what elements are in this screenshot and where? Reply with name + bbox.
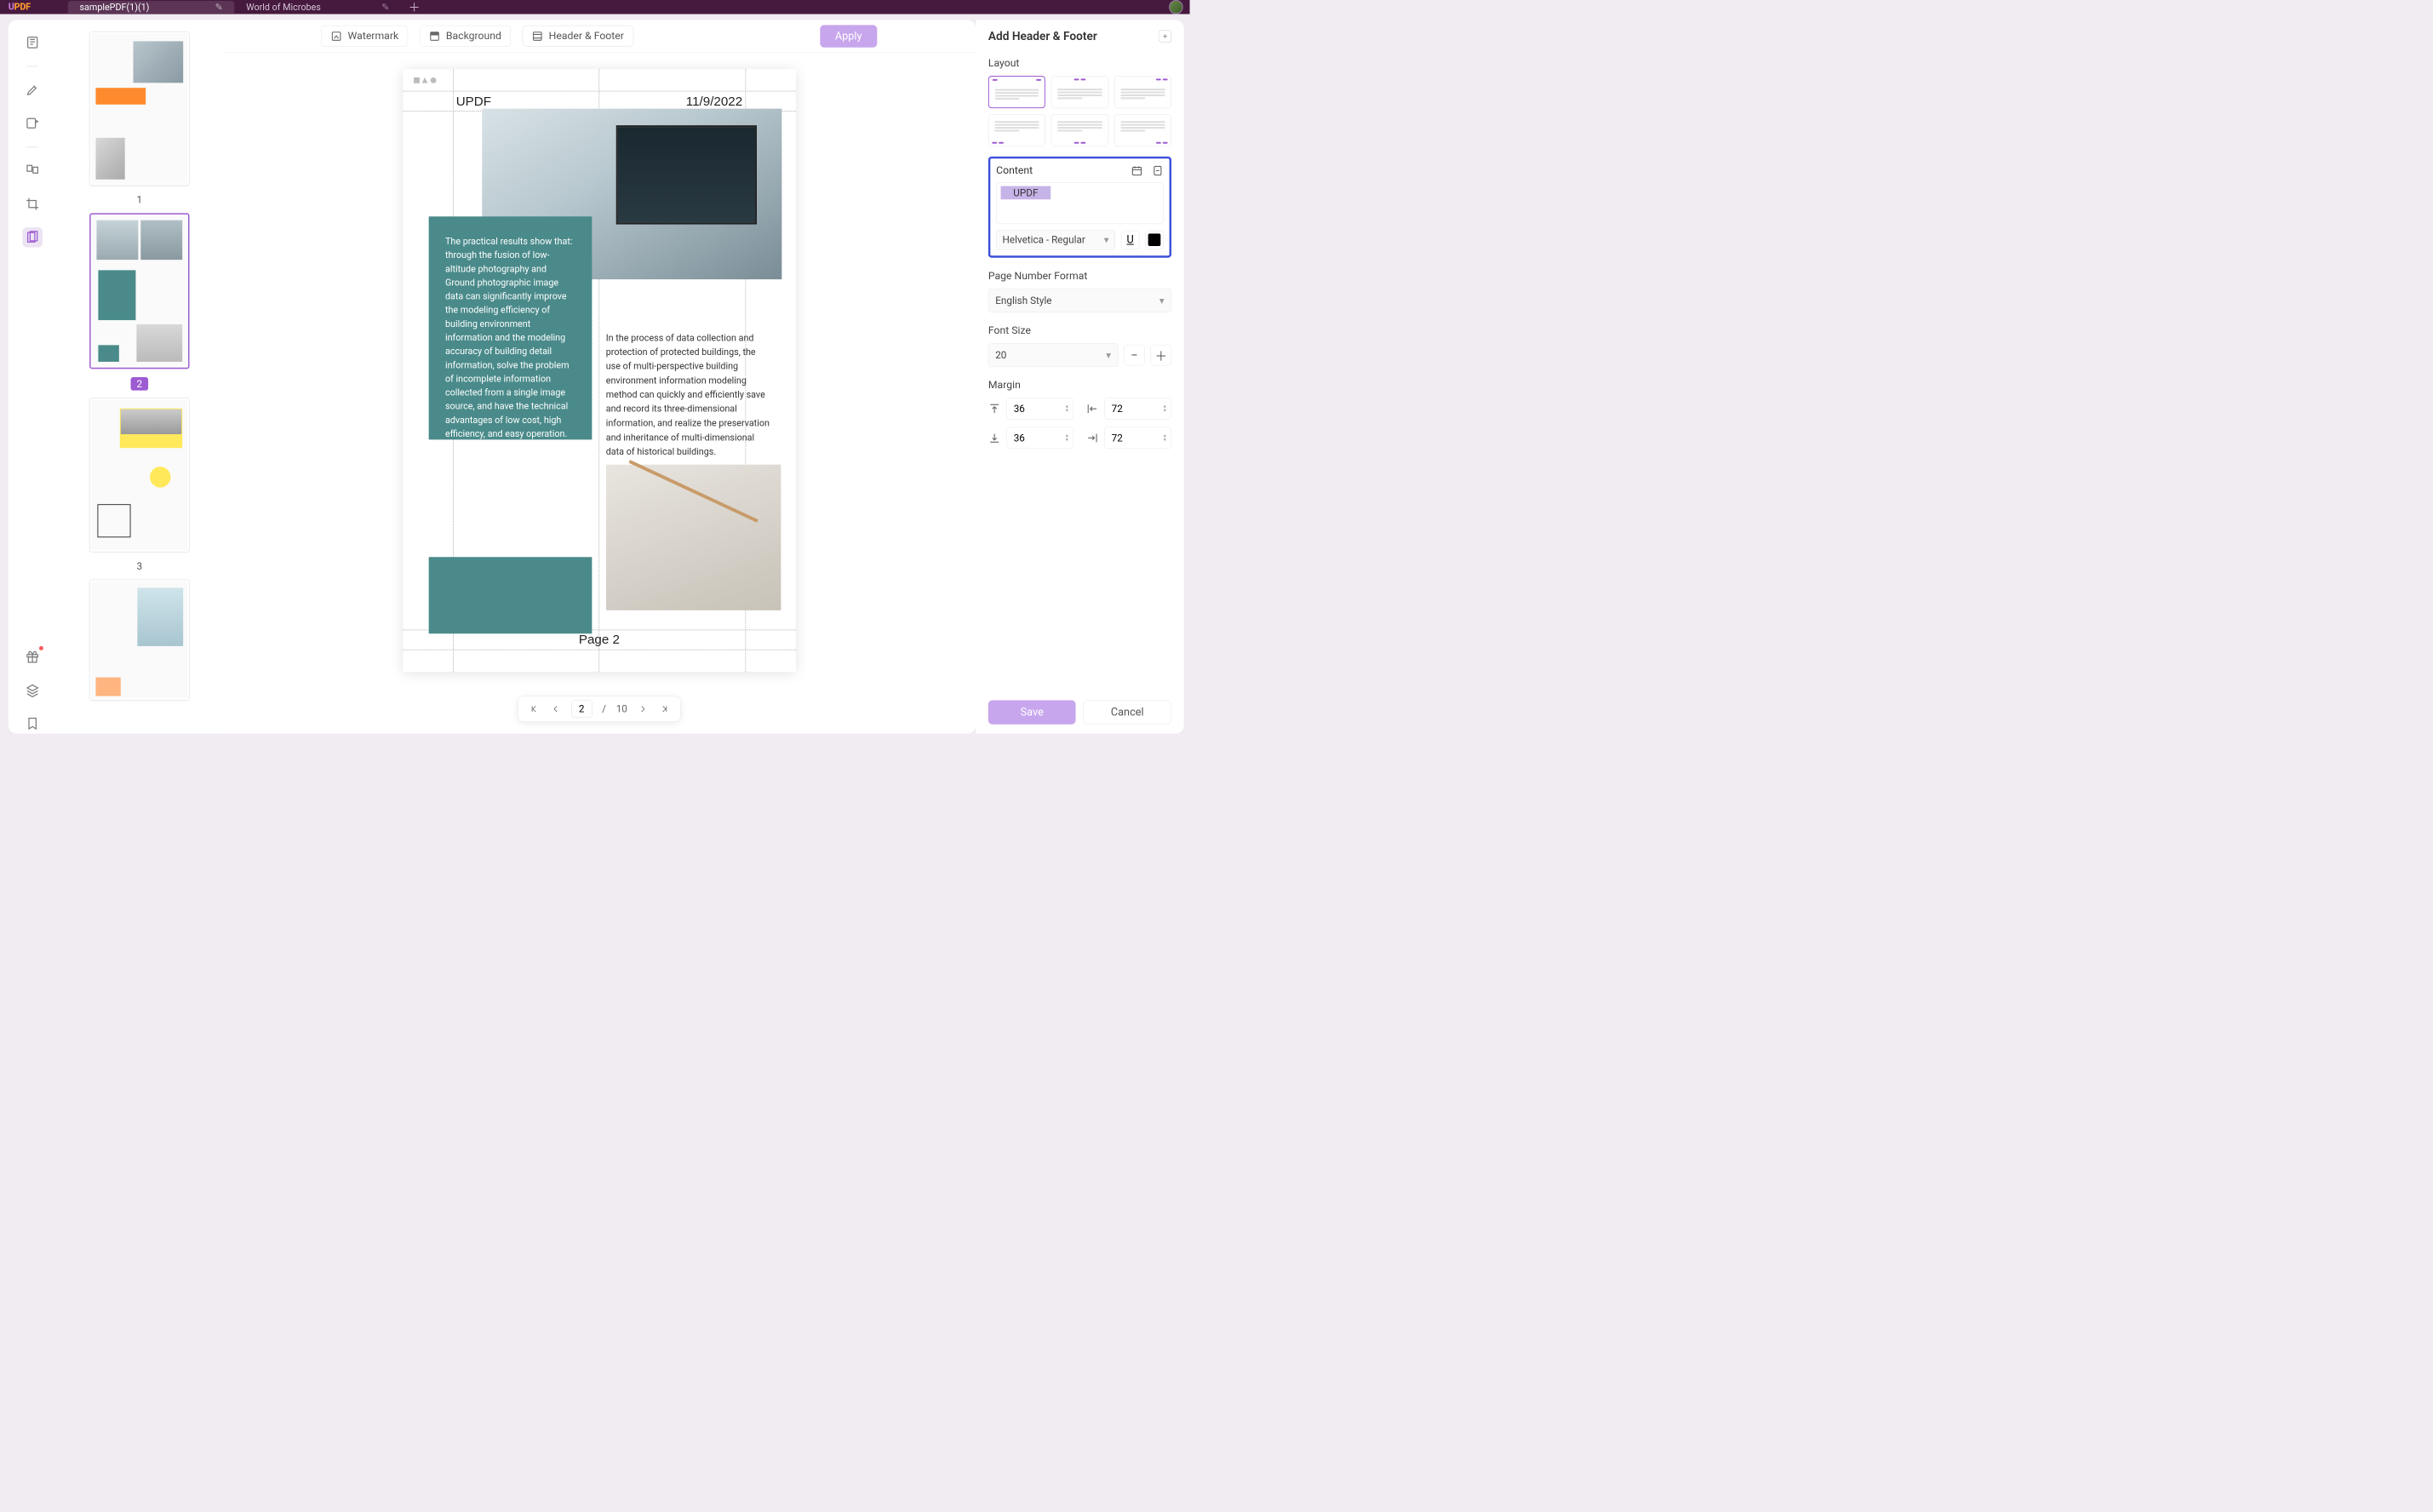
- thumbnail-page-3[interactable]: [89, 398, 189, 552]
- layout-label: Layout: [988, 57, 1171, 69]
- watermark-button[interactable]: Watermark: [322, 26, 409, 47]
- margin-top-icon: [988, 403, 1001, 415]
- thumb-number: 2: [131, 377, 148, 391]
- page-number-format-label: Page Number Format: [988, 270, 1171, 282]
- underline-button[interactable]: U: [1121, 231, 1140, 249]
- thumbnail-panel: 1 2 3: [56, 20, 223, 733]
- layout-option-5[interactable]: [1051, 114, 1108, 146]
- content-textarea[interactable]: UPDF: [996, 182, 1164, 224]
- total-pages: 10: [616, 703, 627, 715]
- pencil-icon[interactable]: ✎: [215, 3, 223, 13]
- tab-sample-pdf[interactable]: samplePDF(1)(1) ✎: [68, 1, 235, 14]
- add-preset-button[interactable]: [1159, 30, 1171, 43]
- font-family-select[interactable]: Helvetica - Regular▾: [996, 230, 1115, 249]
- margin-bottom-input[interactable]: 36▲▼: [1006, 427, 1073, 449]
- insert-page-icon[interactable]: [1152, 164, 1164, 176]
- page-number-format-select[interactable]: English Style▾: [988, 289, 1171, 312]
- panel-title: Add Header & Footer: [988, 29, 1097, 43]
- thumbnail-page-2[interactable]: [89, 213, 189, 369]
- margin-right-input[interactable]: 72▲▼: [1104, 427, 1171, 449]
- footer-text[interactable]: Page 2: [403, 632, 796, 647]
- margin-left-input[interactable]: 72▲▼: [1104, 398, 1171, 419]
- apply-button[interactable]: Apply: [820, 25, 877, 47]
- user-avatar[interactable]: [1169, 0, 1183, 14]
- current-page-input[interactable]: [571, 700, 592, 718]
- last-page-button[interactable]: [659, 703, 671, 715]
- cancel-button[interactable]: Cancel: [1083, 700, 1171, 724]
- margin-right-icon: [1086, 432, 1099, 444]
- shapes-icon: [414, 77, 436, 83]
- tab-label: samplePDF(1)(1): [79, 3, 149, 13]
- margin-bottom-icon: [988, 432, 1001, 444]
- teal-text-block: The practical results show that: through…: [428, 216, 592, 439]
- margin-top-input[interactable]: 36▲▼: [1006, 398, 1073, 419]
- increase-font-button[interactable]: ＋: [1151, 345, 1171, 365]
- page-image-bottom: [606, 465, 781, 610]
- margin-left-icon: [1086, 403, 1099, 415]
- thumb-number: 1: [137, 194, 143, 206]
- body-text-block: In the process of data collection and pr…: [606, 331, 773, 459]
- thumbnail-page-1[interactable]: [89, 32, 189, 186]
- background-button[interactable]: Background: [420, 26, 511, 47]
- layout-option-4[interactable]: [988, 114, 1045, 146]
- save-button[interactable]: Save: [988, 700, 1076, 724]
- text-color-button[interactable]: [1145, 231, 1164, 249]
- organize-icon[interactable]: [22, 161, 42, 180]
- header-left-text[interactable]: UPDF: [456, 94, 491, 110]
- highlighter-icon[interactable]: [22, 80, 42, 100]
- pencil-icon[interactable]: ✎: [381, 3, 389, 13]
- bookmark-icon[interactable]: [22, 713, 42, 733]
- reader-icon[interactable]: [22, 32, 42, 52]
- add-tab-button[interactable]: ＋: [409, 0, 421, 15]
- layout-option-2[interactable]: [1051, 76, 1108, 108]
- content-label: Content: [996, 164, 1033, 176]
- header-footer-button[interactable]: Header & Footer: [523, 26, 633, 47]
- decrease-font-button[interactable]: −: [1124, 345, 1144, 365]
- font-size-select[interactable]: 20▾: [988, 343, 1119, 366]
- page-navigator: / 10: [518, 696, 681, 722]
- right-panel: Add Header & Footer Layout Content UPDF …: [976, 20, 1184, 733]
- layers-icon[interactable]: [22, 680, 42, 700]
- gift-icon[interactable]: [22, 647, 42, 667]
- layout-option-1[interactable]: [988, 76, 1045, 108]
- header-right-text[interactable]: 11/9/2022: [686, 94, 742, 110]
- comment-icon[interactable]: [22, 113, 42, 133]
- first-page-button[interactable]: [528, 703, 540, 715]
- app-logo: UPDF: [9, 2, 31, 12]
- left-tool-rail: [9, 20, 56, 733]
- font-size-label: Font Size: [988, 324, 1171, 336]
- layout-option-3[interactable]: [1114, 76, 1171, 108]
- crop-icon[interactable]: [22, 194, 42, 214]
- insert-date-icon[interactable]: [1131, 164, 1143, 176]
- next-page-button[interactable]: [638, 703, 650, 715]
- page-tools-icon[interactable]: [22, 227, 42, 247]
- teal-block-bottom: [428, 557, 592, 633]
- layout-option-6[interactable]: [1114, 114, 1171, 146]
- thumbnail-page-4[interactable]: [89, 580, 189, 701]
- margin-label: Margin: [988, 379, 1171, 391]
- tab-world-of-microbes[interactable]: World of Microbes ✎: [234, 1, 401, 14]
- thumb-number: 3: [137, 560, 143, 572]
- prev-page-button[interactable]: [550, 703, 562, 715]
- page-preview: UPDF 11/9/2022 The practical results sho…: [403, 69, 796, 672]
- tab-label: World of Microbes: [246, 3, 321, 13]
